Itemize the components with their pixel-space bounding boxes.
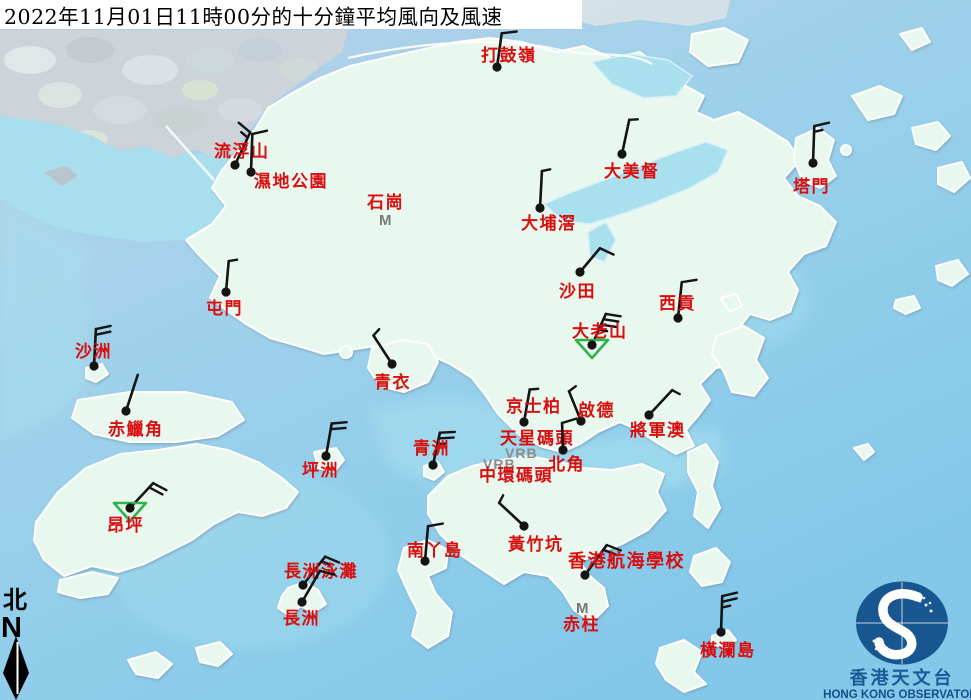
missing-data-text: M [379,212,392,229]
station-label: 北角 [548,454,585,475]
station-label: 沙田 [559,282,596,302]
station-dot [321,451,330,460]
hko-logo-name-zh: 香港天文台 [849,667,955,689]
compass-north-zh: 北 [3,585,27,614]
station-label: 沙洲 [75,342,112,362]
ma-wan-island [340,346,352,358]
wind-barb-tick [440,432,455,433]
station-dot [125,503,134,512]
station-label: 濕地公園 [254,171,328,192]
station-dot [121,406,130,415]
station-dot [221,287,230,296]
wind-barb-tick [331,428,346,429]
station-label: 中環碼頭 [479,465,553,486]
station-label: 屯門 [206,298,243,319]
station-dot [535,203,544,212]
wind-barb-staff [251,134,252,172]
station-label: 青洲 [413,438,450,459]
islet-ne-1 [841,145,851,155]
station-dot [387,359,396,368]
station-label: 西貢 [659,294,696,314]
station-label: 石崗 [366,193,404,213]
station-dot [716,627,725,636]
station-dot [89,361,98,370]
map-canvas: 打鼓嶺流浮山濕地公園 M石崗 大美督塔門大埔滘沙田西貢大老山沙洲 屯門青衣赤鱲角昂坪 坪… [0,0,971,700]
station-label: 塔門 [793,176,830,197]
compass-north-en: N [1,612,22,644]
station-dot [617,149,626,158]
station-label: 大埔滘 [521,213,577,234]
station-label: 長洲 [283,609,320,629]
station-dot [519,417,528,426]
station-dot [519,521,528,530]
station-label: 赤柱 [563,614,600,635]
station-label: 赤鱲角 [108,419,164,440]
station-label: 橫瀾島 [700,640,756,661]
station-label: 京士柏 [506,396,562,417]
station-dot [644,410,653,419]
title-bar: 2022年11月01日11時00分的十分鐘平均風向及風速 [0,0,582,29]
station-label: 流浮山 [214,141,270,162]
station-label: 香港航海學校 [567,550,685,572]
hko-wind-map: 打鼓嶺流浮山濕地公園 M石崗 大美督塔門大埔滘沙田西貢大老山沙洲 屯門青衣赤鱲角昂坪 坪… [0,0,971,700]
station-dot [575,267,584,276]
station-label: 將軍澳 [630,420,686,441]
hko-logo-name-en: HONG KONG OBSERVATORY [823,689,971,700]
station-label: 坪洲 [302,461,339,481]
station-dot [428,460,437,469]
station-label: 打鼓嶺 [481,45,537,66]
station-label: 青衣 [374,372,411,393]
map-title: 2022年11月01日11時00分的十分鐘平均風向及風速 [0,0,503,30]
station-dot [297,597,306,606]
wind-barb-tick [530,389,538,390]
station-dot [673,313,682,322]
wind-barb-tick [332,422,347,423]
station-label: 大老山 [572,321,628,342]
station-label: 黃竹坑 [507,534,564,555]
station-label: 啟德 [578,400,615,421]
station-dot [808,158,817,167]
station-label: 昂坪 [107,516,144,536]
station-label: 大美督 [604,161,660,182]
station-label: 南丫島 [407,540,463,561]
wind-barb-tick [229,260,237,261]
station-dot [558,445,567,454]
